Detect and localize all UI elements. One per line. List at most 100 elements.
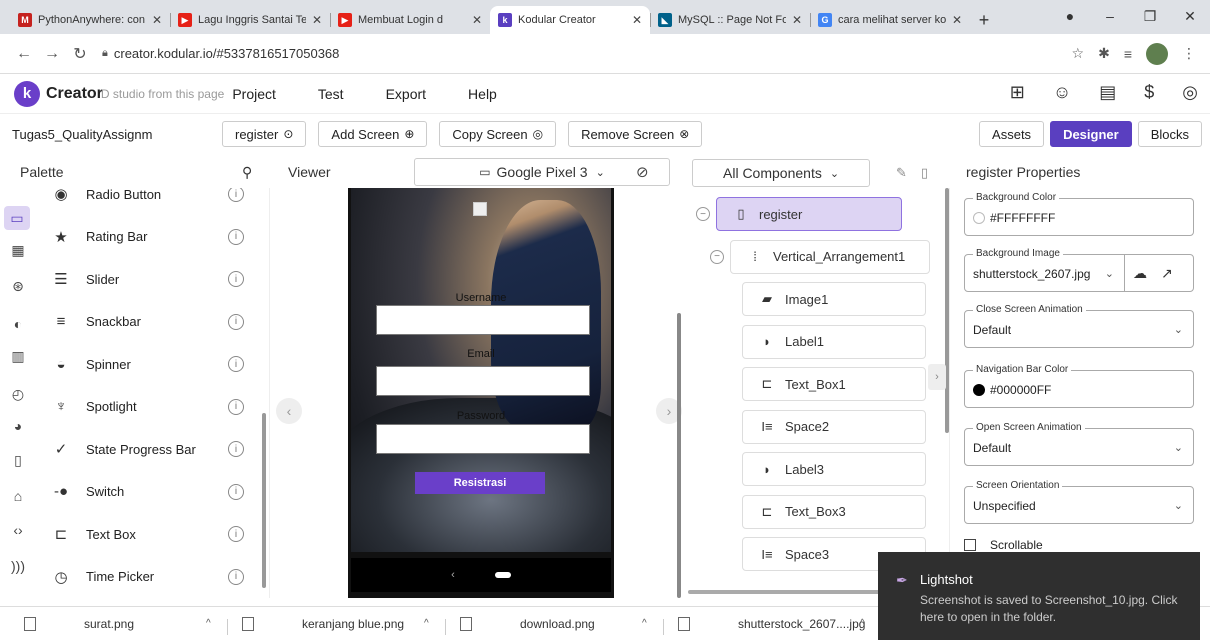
password-input[interactable] — [376, 424, 590, 454]
star-icon[interactable]: ☆ — [1072, 45, 1085, 62]
palette-item[interactable]: ◒ Spinner i — [48, 344, 258, 384]
upload-icon[interactable]: ☁ — [1133, 265, 1147, 282]
palette-item[interactable]: ◉ Radio Button i — [48, 188, 258, 214]
category-drawing-icon[interactable]: ◐ — [8, 314, 28, 334]
palette-item[interactable]: -● Switch i — [48, 472, 258, 512]
account-icon[interactable]: ◎ — [1182, 82, 1198, 103]
category-media-icon[interactable]: ⊛ — [8, 276, 28, 296]
lightshot-notification[interactable]: ✒ Lightshot Screenshot is saved to Scree… — [878, 552, 1200, 640]
copy-screen-button[interactable]: Copy Screen ◎ — [439, 121, 557, 147]
download-item[interactable]: keranjang blue.png ^ — [242, 616, 460, 635]
category-sensors-icon[interactable]: ◴ — [8, 384, 28, 404]
tree-node[interactable]: ◗ Label3 — [742, 452, 926, 486]
url-field[interactable]: 🔒︎ creator.kodular.io/#5337816517050368 — [102, 40, 1072, 68]
screen-select[interactable]: register ⊙ — [222, 121, 307, 147]
register-submit-button[interactable]: Resistrasi — [415, 472, 545, 494]
open-external-icon[interactable]: ↗ — [1161, 265, 1173, 282]
record-icon[interactable]: ● — [1050, 8, 1090, 24]
minimize-button[interactable]: – — [1090, 8, 1130, 24]
screen-orientation-select[interactable]: Screen Orientation Unspecified ⌄ — [964, 480, 1194, 524]
info-icon[interactable]: i — [228, 568, 244, 585]
info-icon[interactable]: i — [228, 398, 244, 415]
close-window-button[interactable]: ✕ — [1170, 8, 1210, 25]
avatar[interactable] — [1146, 42, 1168, 65]
category-code-icon[interactable]: ‹› — [8, 520, 28, 540]
scrollable-checkbox[interactable]: Scrollable — [964, 538, 1043, 552]
category-user-interface-icon[interactable]: ▭ — [4, 206, 30, 230]
category-layout-icon[interactable]: ▦ — [8, 240, 28, 260]
viewer-scrollbar[interactable] — [677, 313, 681, 598]
designer-button[interactable]: Designer — [1050, 121, 1132, 147]
maximize-button[interactable]: ❐ — [1130, 8, 1170, 25]
browser-tab[interactable]: ▶ Membuat Login d ✕ — [330, 6, 490, 34]
palette-item[interactable]: ♆ Spotlight i — [48, 387, 258, 427]
palette-scrollbar[interactable] — [262, 413, 266, 588]
device-select[interactable]: ▭ Google Pixel 3 ⌄ — [414, 158, 670, 186]
browser-tab[interactable]: Gcara melihat server ko ✕ — [810, 6, 970, 34]
close-animation-select[interactable]: Close Screen Animation Default ⌄ — [964, 304, 1194, 348]
trash-icon[interactable]: ▯ — [921, 165, 928, 181]
search-icon[interactable]: ⚲ — [242, 156, 252, 188]
components-filter-select[interactable]: All Components ⌄ — [692, 159, 870, 187]
chevron-up-icon[interactable]: ^ — [424, 618, 429, 629]
chevron-up-icon[interactable]: ^ — [206, 618, 211, 629]
category-connectivity-icon[interactable]: ⌂ — [8, 486, 28, 506]
reading-list-icon[interactable]: ≡ — [1124, 46, 1132, 62]
close-tab-icon[interactable]: ✕ — [472, 13, 482, 27]
category-wifi-icon[interactable]: ))) — [8, 556, 28, 576]
info-icon[interactable]: i — [228, 483, 244, 500]
back-icon[interactable]: ← — [10, 45, 38, 63]
collapse-arrow-icon[interactable]: › — [928, 364, 946, 390]
assets-button[interactable]: Assets — [979, 121, 1045, 147]
info-icon[interactable]: i — [228, 228, 244, 245]
category-storage-icon[interactable]: ▯ — [8, 450, 28, 470]
viewer-left-arrow-icon[interactable]: ‹ — [276, 398, 302, 424]
tree-scrollbar[interactable] — [945, 188, 949, 433]
info-icon[interactable]: i — [228, 356, 244, 372]
email-input[interactable] — [376, 366, 590, 396]
reload-icon[interactable]: ↻ — [66, 44, 94, 64]
forward-icon[interactable]: → — [38, 45, 66, 63]
palette-item[interactable]: ★ Rating Bar i — [48, 217, 258, 257]
menu-item[interactable]: Project — [232, 86, 276, 102]
collapse-toggle-icon[interactable]: − — [710, 249, 724, 264]
tree-node[interactable]: I≡ Space2 — [742, 409, 926, 444]
tree-node[interactable]: ⁞ Vertical_Arrangement1 — [730, 239, 930, 274]
new-tab-button[interactable]: + — [970, 6, 998, 34]
tree-node[interactable]: ⊏ Text_Box1 — [742, 367, 926, 401]
close-tab-icon[interactable]: ✕ — [312, 13, 322, 27]
download-item[interactable]: surat.png ^ — [24, 616, 242, 635]
background-image-select[interactable]: shutterstock_2607.jpg ⌄ — [965, 255, 1125, 291]
remove-screen-button[interactable]: Remove Screen ⊗ — [568, 121, 703, 147]
tree-node[interactable]: ◗ Label1 — [742, 324, 926, 359]
info-icon[interactable]: i — [228, 526, 244, 542]
download-item[interactable]: shutterstock_2607....jpg ^ — [678, 616, 896, 635]
eye-off-icon[interactable]: ⊘ — [636, 163, 649, 181]
chevron-up-icon[interactable]: ^ — [860, 618, 865, 629]
info-icon[interactable]: i — [228, 441, 244, 457]
tree-node[interactable]: ▯ register — [716, 197, 902, 231]
background-color-field[interactable]: Background Color #FFFFFFFF — [964, 192, 1194, 236]
close-tab-icon[interactable]: ✕ — [152, 13, 162, 27]
close-tab-icon[interactable]: ✕ — [632, 13, 642, 27]
menu-item[interactable]: Help — [468, 86, 497, 102]
blocks-button[interactable]: Blocks — [1137, 121, 1202, 147]
dollar-icon[interactable]: $ — [1144, 82, 1154, 103]
palette-item[interactable]: ⊏ Text Box i — [48, 514, 258, 554]
menu-item[interactable]: Test — [318, 86, 344, 102]
tree-node[interactable]: ▰ Image1 — [742, 282, 926, 316]
info-icon[interactable]: i — [228, 313, 244, 330]
extensions-icon[interactable]: ✱ — [1098, 45, 1110, 62]
nav-bar-color-field[interactable]: Navigation Bar Color #000000FF — [964, 364, 1194, 408]
palette-item[interactable]: ◷ Time Picker i — [48, 557, 258, 597]
menu-item[interactable]: Export — [386, 86, 426, 102]
username-input[interactable] — [376, 305, 590, 335]
category-social-icon[interactable]: ◕ — [8, 416, 28, 436]
info-icon[interactable]: i — [228, 188, 244, 202]
category-maps-icon[interactable]: ▥ — [8, 346, 28, 366]
collapse-toggle-icon[interactable]: − — [696, 207, 710, 221]
companion-icon[interactable]: ☺ — [1053, 82, 1071, 103]
close-tab-icon[interactable]: ✕ — [952, 13, 962, 27]
browser-tab[interactable]: M PythonAnywhere: con ✕ — [10, 6, 170, 34]
palette-item[interactable]: ≡ Snackbar i — [48, 302, 258, 342]
